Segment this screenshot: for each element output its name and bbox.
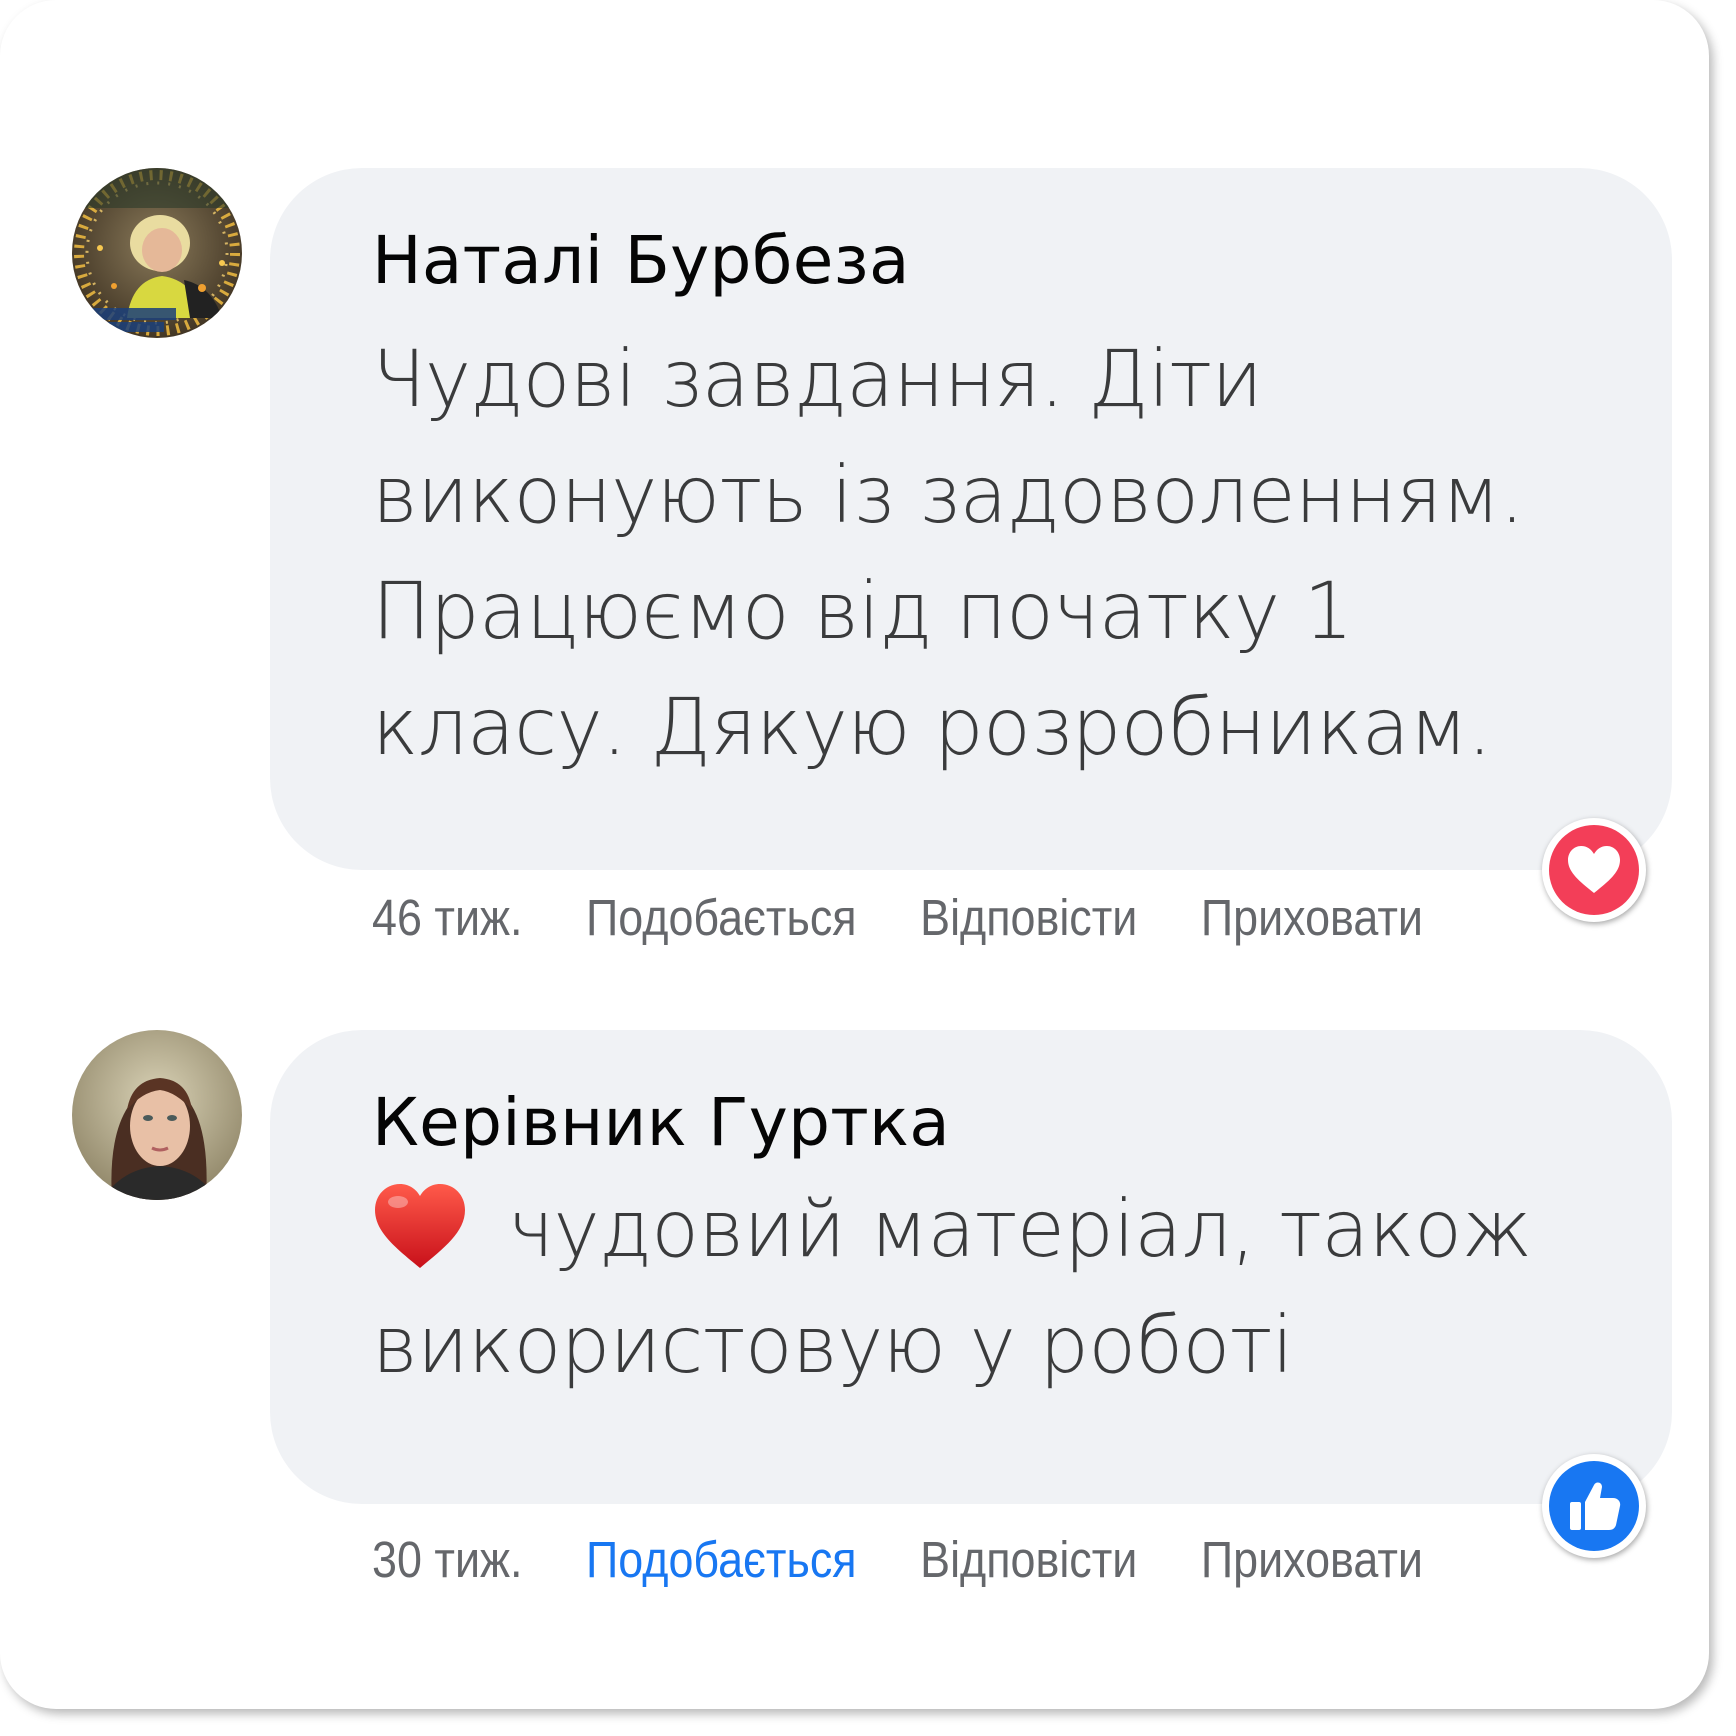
timestamp[interactable]: 30 тиж. <box>372 1530 523 1589</box>
like-link[interactable]: Подобається <box>586 888 857 947</box>
author-name[interactable]: Керівник Гуртка <box>372 1080 1632 1166</box>
comment-text-line: виконують із задоволенням. <box>372 451 1524 541</box>
reply-link[interactable]: Відповісти <box>920 1530 1137 1589</box>
comment-text-line: класу. Дякую розробникам. <box>372 683 1492 773</box>
love-icon <box>1568 846 1620 893</box>
comment-text: чудовий матеріал, також використовую у р… <box>372 1172 1632 1404</box>
comment-text-line: чудовий матеріал, також <box>508 1185 1532 1275</box>
timestamp[interactable]: 46 тиж. <box>372 888 523 947</box>
avatar-photo <box>72 1030 242 1200</box>
comments-card: Наталі Бурбеза Чудові завдання. Діти вик… <box>0 0 1709 1709</box>
comment-actions: 46 тиж. Подобається Відповісти Приховати <box>372 888 1474 947</box>
comment-actions: 30 тиж. Подобається Відповісти Приховати <box>372 1530 1474 1589</box>
comment-bubble: Керівник Гуртка чудовий матеріал, також <box>270 1030 1672 1504</box>
hide-link[interactable]: Приховати <box>1201 1530 1423 1589</box>
comment-text-line: використовую у роботі <box>372 1301 1294 1391</box>
avatar-photo <box>72 168 242 338</box>
comment-text: Чудові завдання. Діти виконують із задов… <box>372 322 1632 786</box>
avatar[interactable] <box>72 168 242 338</box>
comment-bubble: Наталі Бурбеза Чудові завдання. Діти вик… <box>270 168 1672 870</box>
avatar[interactable] <box>72 1030 242 1200</box>
hide-link[interactable]: Приховати <box>1201 888 1423 947</box>
comment-text-line-with-emoji: чудовий матеріал, також <box>372 1172 1632 1288</box>
comment-text-line: Працюємо від початку 1 <box>372 567 1353 657</box>
like-icon <box>1570 1482 1621 1530</box>
author-name[interactable]: Наталі Бурбеза <box>372 218 1632 304</box>
comment-text-line: Чудові завдання. Діти <box>372 335 1263 425</box>
love-reaction-badge[interactable] <box>1542 818 1646 922</box>
like-link[interactable]: Подобається <box>586 1530 857 1589</box>
red-heart-emoji <box>375 1184 465 1268</box>
reply-link[interactable]: Відповісти <box>920 888 1137 947</box>
like-reaction-badge[interactable] <box>1542 1454 1646 1558</box>
